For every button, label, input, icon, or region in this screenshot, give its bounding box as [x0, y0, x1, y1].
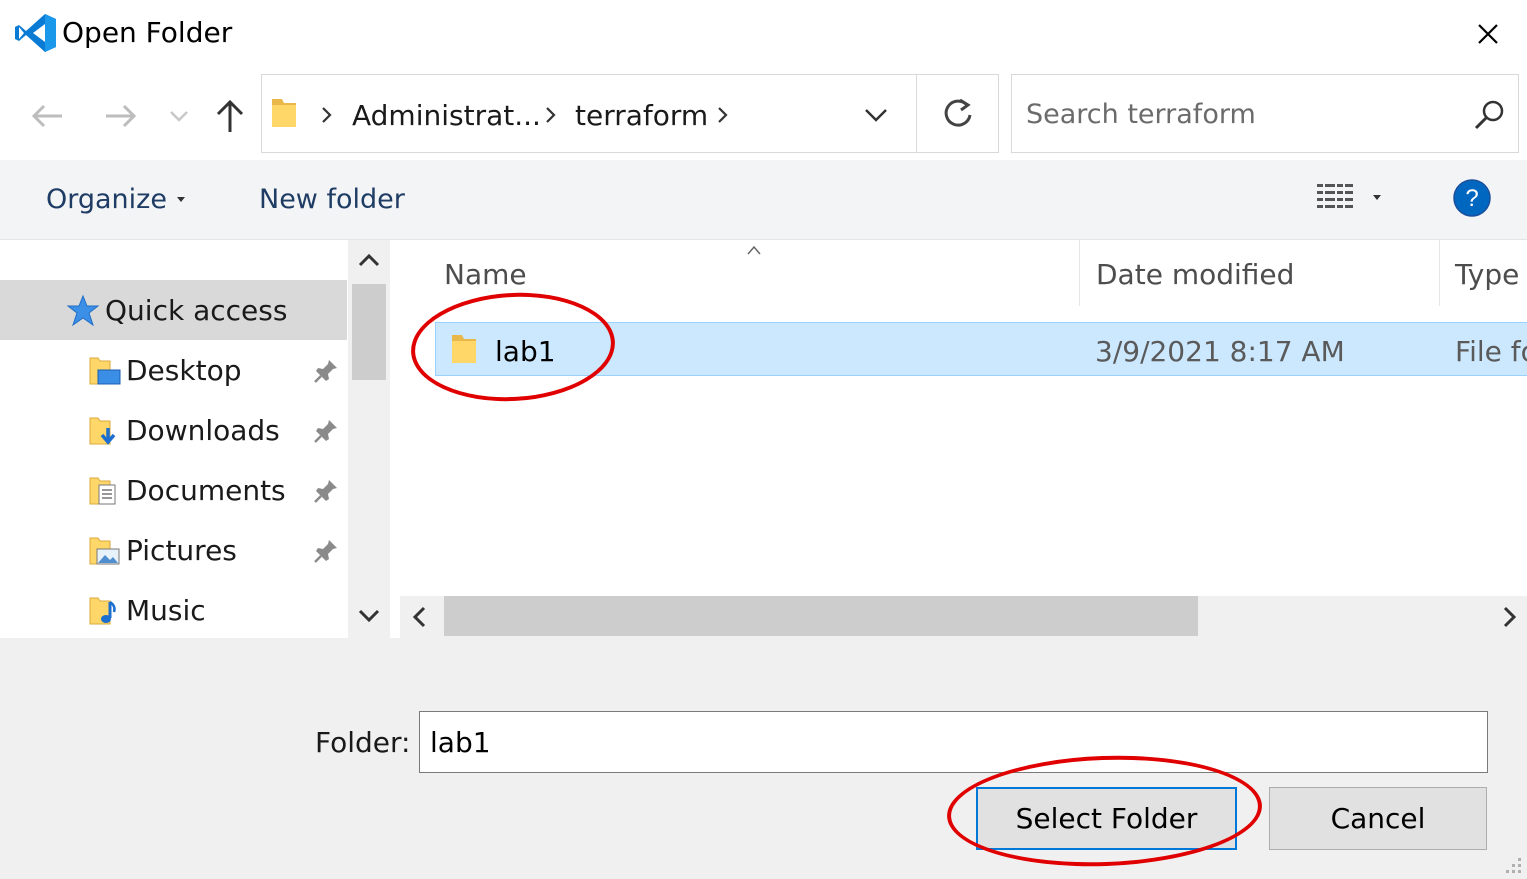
documents-folder-icon [89, 477, 116, 505]
nav-label-quick-access: Quick access [105, 294, 288, 327]
new-folder-button[interactable]: New folder [259, 184, 405, 215]
chevron-right-icon [718, 107, 728, 123]
nav-item-desktop[interactable]: Desktop [0, 340, 347, 400]
chevron-right-icon [546, 107, 556, 123]
file-name: lab1 [495, 335, 556, 368]
select-folder-button[interactable]: Select Folder [976, 787, 1237, 850]
column-header-date-modified[interactable]: Date modified [1096, 258, 1294, 291]
refresh-button[interactable] [916, 74, 999, 153]
nav-label-documents: Documents [126, 474, 286, 507]
file-row-lab1[interactable]: lab1 3/9/2021 8:17 AM File fo [435, 322, 1527, 376]
pin-icon[interactable] [312, 477, 340, 505]
nav-item-music[interactable]: Music [0, 580, 347, 640]
vscode-logo-icon [14, 12, 58, 54]
star-icon [66, 294, 100, 327]
up-button[interactable] [210, 96, 250, 136]
sort-ascending-icon [747, 245, 761, 255]
details-view-icon[interactable] [1316, 182, 1354, 212]
nav-item-downloads[interactable]: Downloads [0, 400, 347, 460]
pin-icon[interactable] [312, 417, 340, 445]
arrow-up-icon [216, 99, 244, 132]
search-placeholder: Search terraform [1026, 99, 1256, 130]
downloads-folder-icon [89, 417, 116, 445]
horizontal-scrollbar[interactable] [400, 596, 1527, 638]
help-icon: ? [1453, 179, 1491, 217]
horizontal-scrollbar-thumb[interactable] [444, 596, 1198, 636]
column-divider[interactable] [1439, 240, 1440, 306]
pin-icon[interactable] [312, 357, 340, 385]
caret-down-icon [177, 197, 185, 202]
forward-button[interactable] [98, 98, 142, 134]
svg-text:?: ? [1465, 185, 1478, 212]
command-bar: Organize New folder ? [0, 160, 1527, 240]
organize-button[interactable]: Organize [46, 184, 167, 215]
chevron-up-icon[interactable] [354, 246, 384, 274]
nav-label-desktop: Desktop [126, 354, 242, 387]
title-bar: Open Folder [0, 0, 1527, 70]
file-type: File fo [1455, 335, 1527, 368]
chevron-right-icon [322, 107, 332, 123]
back-button[interactable] [26, 98, 70, 134]
chevron-down-icon[interactable] [354, 602, 384, 630]
caret-down-icon[interactable] [1372, 194, 1382, 202]
breadcrumb-terraform[interactable]: terraform [575, 99, 708, 132]
search-input[interactable]: Search terraform [1011, 74, 1519, 153]
nav-scrollbar-thumb[interactable] [352, 284, 386, 380]
folder-name-input[interactable] [419, 711, 1488, 773]
nav-item-pictures[interactable]: Pictures [0, 520, 347, 580]
column-header-type[interactable]: Type [1455, 258, 1519, 291]
navigation-pane: Quick access Desktop Downloads Documents [0, 240, 390, 638]
column-divider[interactable] [1079, 240, 1080, 306]
refresh-icon [944, 98, 971, 127]
nav-label-downloads: Downloads [126, 414, 280, 447]
folder-icon [452, 335, 476, 363]
music-folder-icon [89, 597, 116, 625]
dialog-footer: Folder: Select Folder Cancel [0, 638, 1527, 879]
pin-icon[interactable] [312, 537, 340, 565]
help-button[interactable]: ? [1452, 178, 1492, 218]
close-icon [1478, 24, 1498, 44]
resize-grip-icon[interactable] [1500, 852, 1524, 876]
nav-label-pictures: Pictures [126, 534, 237, 567]
pictures-folder-icon [89, 537, 120, 565]
chevron-right-icon[interactable] [1497, 604, 1521, 630]
chevron-left-icon[interactable] [408, 604, 432, 630]
folder-icon [272, 99, 296, 127]
chevron-down-icon [170, 111, 188, 122]
nav-item-quick-access[interactable]: Quick access [0, 280, 347, 340]
search-icon[interactable] [1472, 97, 1508, 133]
nav-item-documents[interactable]: Documents [0, 460, 347, 520]
recent-locations-button[interactable] [165, 102, 193, 130]
nav-scrollbar[interactable] [348, 240, 390, 638]
arrow-right-icon [106, 104, 137, 128]
breadcrumb-administrator[interactable]: Administrat... [352, 99, 541, 132]
cancel-button[interactable]: Cancel [1269, 787, 1487, 850]
file-date: 3/9/2021 8:17 AM [1095, 335, 1345, 368]
folder-field-label: Folder: [315, 726, 411, 759]
arrow-left-icon [31, 104, 62, 128]
column-header-name[interactable]: Name [444, 258, 527, 291]
file-list: Name Date modified Type lab1 3/9/2021 8:… [396, 240, 1527, 638]
close-button[interactable] [1462, 14, 1514, 54]
nav-label-music: Music [126, 594, 206, 627]
address-bar[interactable]: Administrat... terraform [261, 74, 917, 153]
window-title: Open Folder [62, 16, 233, 49]
address-dropdown-icon[interactable] [862, 103, 890, 127]
desktop-folder-icon [89, 357, 121, 385]
